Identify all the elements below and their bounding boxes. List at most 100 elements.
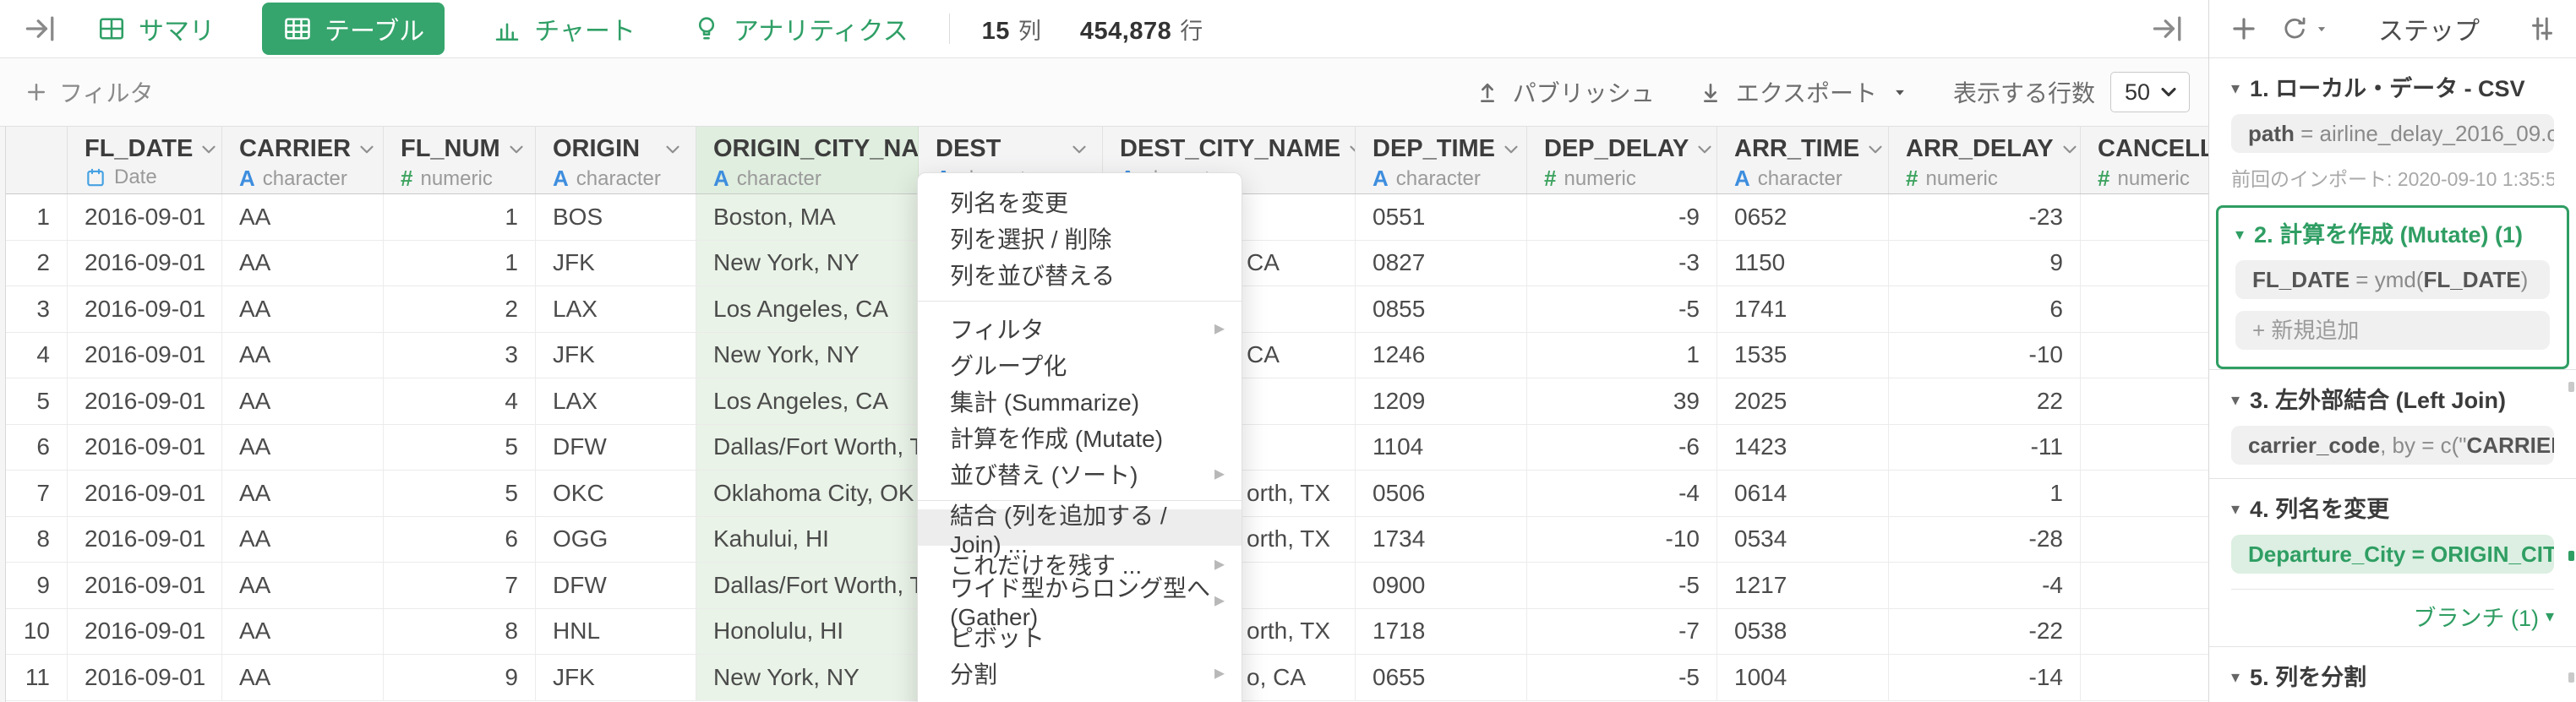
collapse-caret-icon[interactable]: ▾ (2231, 496, 2240, 523)
menu-item-rename-column[interactable]: 列名を変更 (918, 183, 1242, 220)
collapse-caret-icon[interactable]: ▾ (2231, 387, 2240, 414)
chevron-down-icon[interactable] (505, 139, 527, 161)
cell-origin: BOS (536, 194, 696, 240)
tab-analytics[interactable]: アナリティクス (683, 3, 917, 55)
row-number: 2 (6, 241, 68, 286)
column-header-fl_num[interactable]: FL_NUM#numeric (384, 127, 536, 193)
column-header-dep_time[interactable]: DEP_TIMEAcharacter (1356, 127, 1527, 193)
tab-summary[interactable]: サマリ (88, 3, 223, 55)
toolbar-divider (949, 14, 950, 44)
cell-fl_date: 2016-09-01 (68, 425, 222, 471)
cell-origin: JFK (536, 333, 696, 378)
menu-item-select-delete-columns[interactable]: 列を選択 / 削除 (918, 220, 1242, 256)
menu-item-split[interactable]: 分割▸ (918, 655, 1242, 691)
cell-dep_delay: -10 (1527, 517, 1717, 563)
menu-item-label: フィルタ (950, 312, 1044, 346)
cell-carrier: AA (222, 333, 384, 378)
menu-item-label: 列名を変更 (950, 185, 1068, 219)
chevron-down-icon[interactable] (198, 139, 220, 161)
publish-button[interactable]: パブリッシュ (1474, 75, 1655, 109)
column-header-origin[interactable]: ORIGINAcharacter (536, 127, 696, 193)
chevron-down-icon[interactable] (356, 139, 378, 161)
cell-fl_date: 2016-09-01 (68, 194, 222, 240)
cell-arr_time: 1217 (1717, 563, 1889, 608)
cell-fl_date: 2016-09-01 (68, 241, 222, 286)
menu-item-join[interactable]: 結合 (列を追加する / Join) ... (918, 509, 1242, 546)
collapse-left-panel-icon[interactable] (22, 10, 59, 47)
column-header-arr_delay[interactable]: ARR_DELAY#numeric (1889, 127, 2081, 193)
cell-origin: DFW (536, 425, 696, 471)
column-type: character (1396, 167, 1481, 191)
step-token[interactable]: path = airline_delay_2016_09.csv (2231, 114, 2554, 153)
step-mutate[interactable]: ▾2. 計算を作成 (Mutate) (1)FL_DATE = ymd(FL_D… (2232, 220, 2553, 353)
row-number: 5 (6, 378, 68, 424)
cell-origin_city_name: Oklahoma City, OK (696, 471, 919, 516)
add-step-icon[interactable] (2228, 13, 2260, 45)
step-token[interactable]: FL_DATE = ymd(FL_DATE) (2235, 260, 2550, 299)
chevron-down-icon[interactable] (1068, 139, 1090, 161)
tab-table[interactable]: テーブル (262, 3, 445, 55)
cell-dep_time: 1246 (1356, 333, 1527, 378)
collapse-caret-icon[interactable]: ▾ (2235, 221, 2244, 248)
row-number: 7 (6, 471, 68, 516)
collapse-right-panel-icon[interactable] (2149, 10, 2186, 47)
chevron-down-icon[interactable] (1500, 139, 1522, 161)
rows-to-show-select[interactable]: 50 (2110, 72, 2190, 112)
menu-item-gather[interactable]: ワイド型からロング型へ (Gather)▸ (918, 582, 1242, 618)
export-button[interactable]: エクスポート (1697, 75, 1911, 109)
step-token[interactable]: carrier_code, by = c("CARRIER" = ... (2231, 426, 2554, 465)
cell-origin: HNL (536, 609, 696, 655)
column-header-dep_delay[interactable]: DEP_DELAY#numeric (1527, 127, 1717, 193)
chevron-down-icon[interactable] (1345, 139, 1356, 161)
column-type: character (263, 167, 347, 191)
actions-bar: フィルタ パブリッシュ エクスポート 表示する行数 50 (0, 58, 2208, 127)
menu-item-sort[interactable]: 並び替え (ソート)▸ (918, 455, 1242, 492)
branch-toggle[interactable]: ブランチ (1)▾ (2231, 600, 2554, 633)
column-name: ARR_DELAY (1906, 135, 2054, 163)
tab-label: テーブル (325, 10, 424, 47)
column-name: DEST_CITY_NAME (1120, 135, 1340, 163)
cell-dep_delay: -9 (1527, 194, 1717, 240)
column-header-origin_city_name[interactable]: ORIGIN_CITY_NAMEAcharacter (696, 127, 919, 193)
step-title: 5. 列を分割 (2250, 664, 2366, 691)
sliders-icon[interactable] (2527, 14, 2557, 44)
branch-label: ブランチ (1) (2413, 600, 2539, 633)
cell-arr_delay: -11 (1889, 425, 2081, 471)
chevron-down-icon[interactable] (662, 139, 684, 161)
menu-item-summarize[interactable]: 集計 (Summarize) (918, 383, 1242, 419)
refresh-icon (2280, 14, 2309, 43)
step-token[interactable]: + 新規追加 (2235, 311, 2550, 350)
step-token[interactable]: Departure_City = ORIGIN_CITY_N... (2231, 535, 2554, 574)
cell-cancelled (2081, 286, 2208, 332)
chevron-down-icon[interactable] (1864, 139, 1886, 161)
row-number: 6 (6, 425, 68, 471)
menu-item-mutate[interactable]: 計算を作成 (Mutate) (918, 419, 1242, 455)
column-header-carrier[interactable]: CARRIERAcharacter (222, 127, 384, 193)
add-filter-button[interactable]: フィルタ (24, 75, 153, 109)
column-name: DEP_DELAY (1544, 135, 1689, 163)
refresh-steps-button[interactable] (2280, 14, 2331, 43)
chevron-down-icon[interactable] (2059, 139, 2081, 161)
tab-chart[interactable]: チャート (483, 3, 644, 55)
chevron-down-icon[interactable] (1694, 139, 1716, 161)
row-number-header (6, 127, 68, 193)
column-header-fl_date[interactable]: FL_DATEDate (68, 127, 222, 193)
step-import-csv[interactable]: ▾1. ローカル・データ - CSVpath = airline_delay_2… (2209, 58, 2576, 205)
step-rename[interactable]: ▾4. 列名を変更Departure_City = ORIGIN_CITY_N.… (2209, 479, 2576, 646)
step-left-join[interactable]: ▾3. 左外部結合 (Left Join)carrier_code, by = … (2209, 370, 2576, 478)
menu-item-reorder-columns[interactable]: 列を並び替える (918, 256, 1242, 292)
column-header-arr_time[interactable]: ARR_TIMEAcharacter (1717, 127, 1889, 193)
column-header-cancelled[interactable]: CANCELLED#numeric (2081, 127, 2208, 193)
menu-item-group-by[interactable]: グループ化 (918, 346, 1242, 383)
collapse-caret-icon[interactable]: ▾ (2231, 75, 2240, 102)
collapse-caret-icon[interactable]: ▾ (2231, 664, 2240, 691)
column-context-menu: 列名を変更列を選択 / 削除列を並び替えるフィルタ▸グループ化集計 (Summa… (917, 172, 1242, 702)
step-split[interactable]: ▾5. 列を分割DEP_TIME, into = c("DEP_HOUR", .… (2209, 647, 2576, 701)
menu-item-filter[interactable]: フィルタ▸ (918, 310, 1242, 346)
cell-origin_city_name: Kahului, HI (696, 517, 919, 563)
column-name: ARR_TIME (1734, 135, 1859, 163)
cell-cancelled (2081, 333, 2208, 378)
cell-cancelled (2081, 194, 2208, 240)
cell-fl_date: 2016-09-01 (68, 471, 222, 516)
upload-icon (1474, 79, 1501, 106)
